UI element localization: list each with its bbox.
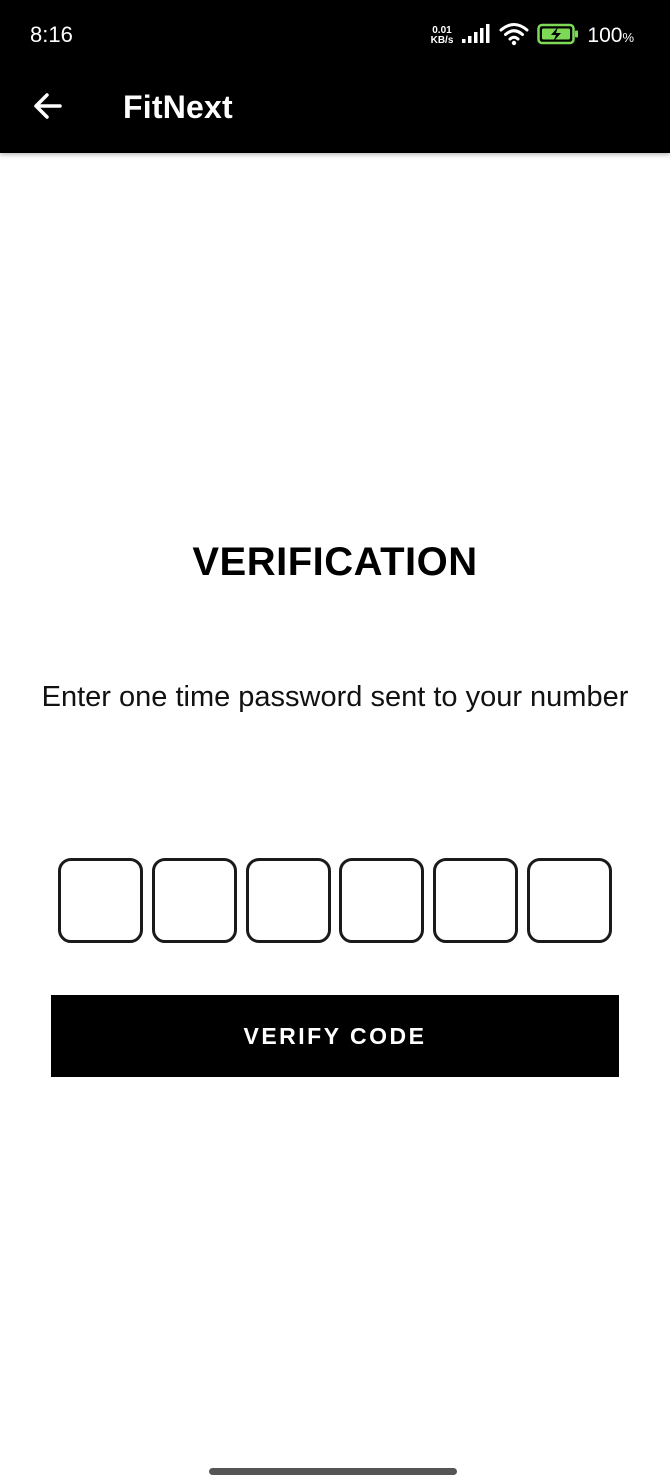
status-time: 8:16 xyxy=(30,22,73,47)
battery-percent: 100% xyxy=(587,24,634,48)
wifi-icon xyxy=(499,22,529,51)
otp-digit-6[interactable] xyxy=(526,858,612,943)
otp-digit-4[interactable] xyxy=(339,858,425,943)
network-speed: 0.01 KB/s xyxy=(431,26,454,46)
signal-icon xyxy=(461,23,491,49)
arrow-left-icon xyxy=(34,93,62,119)
battery-charging-icon xyxy=(537,23,579,50)
back-button[interactable] xyxy=(28,86,68,126)
app-bar: FitNext xyxy=(0,68,670,153)
otp-digit-3[interactable] xyxy=(245,858,331,943)
otp-digit-5[interactable] xyxy=(433,858,519,943)
page-title: VERIFICATION xyxy=(192,540,478,584)
status-bar: 8:16 0.01 KB/s 100% xyxy=(0,0,670,68)
otp-input-group xyxy=(58,858,612,944)
verify-code-button[interactable]: VERIFY CODE xyxy=(51,995,619,1077)
network-speed-unit: KB/s xyxy=(430,35,454,46)
instruction-text: Enter one time password sent to your num… xyxy=(41,681,629,713)
otp-digit-1[interactable] xyxy=(58,858,143,943)
battery-percent-value: 100 xyxy=(587,24,623,47)
app-title: FitNext xyxy=(123,89,233,125)
home-indicator[interactable] xyxy=(209,1468,457,1475)
status-icons: 0.01 KB/s 100% xyxy=(431,22,634,50)
otp-digit-2[interactable] xyxy=(151,858,237,943)
battery-percent-sign: % xyxy=(622,30,634,45)
